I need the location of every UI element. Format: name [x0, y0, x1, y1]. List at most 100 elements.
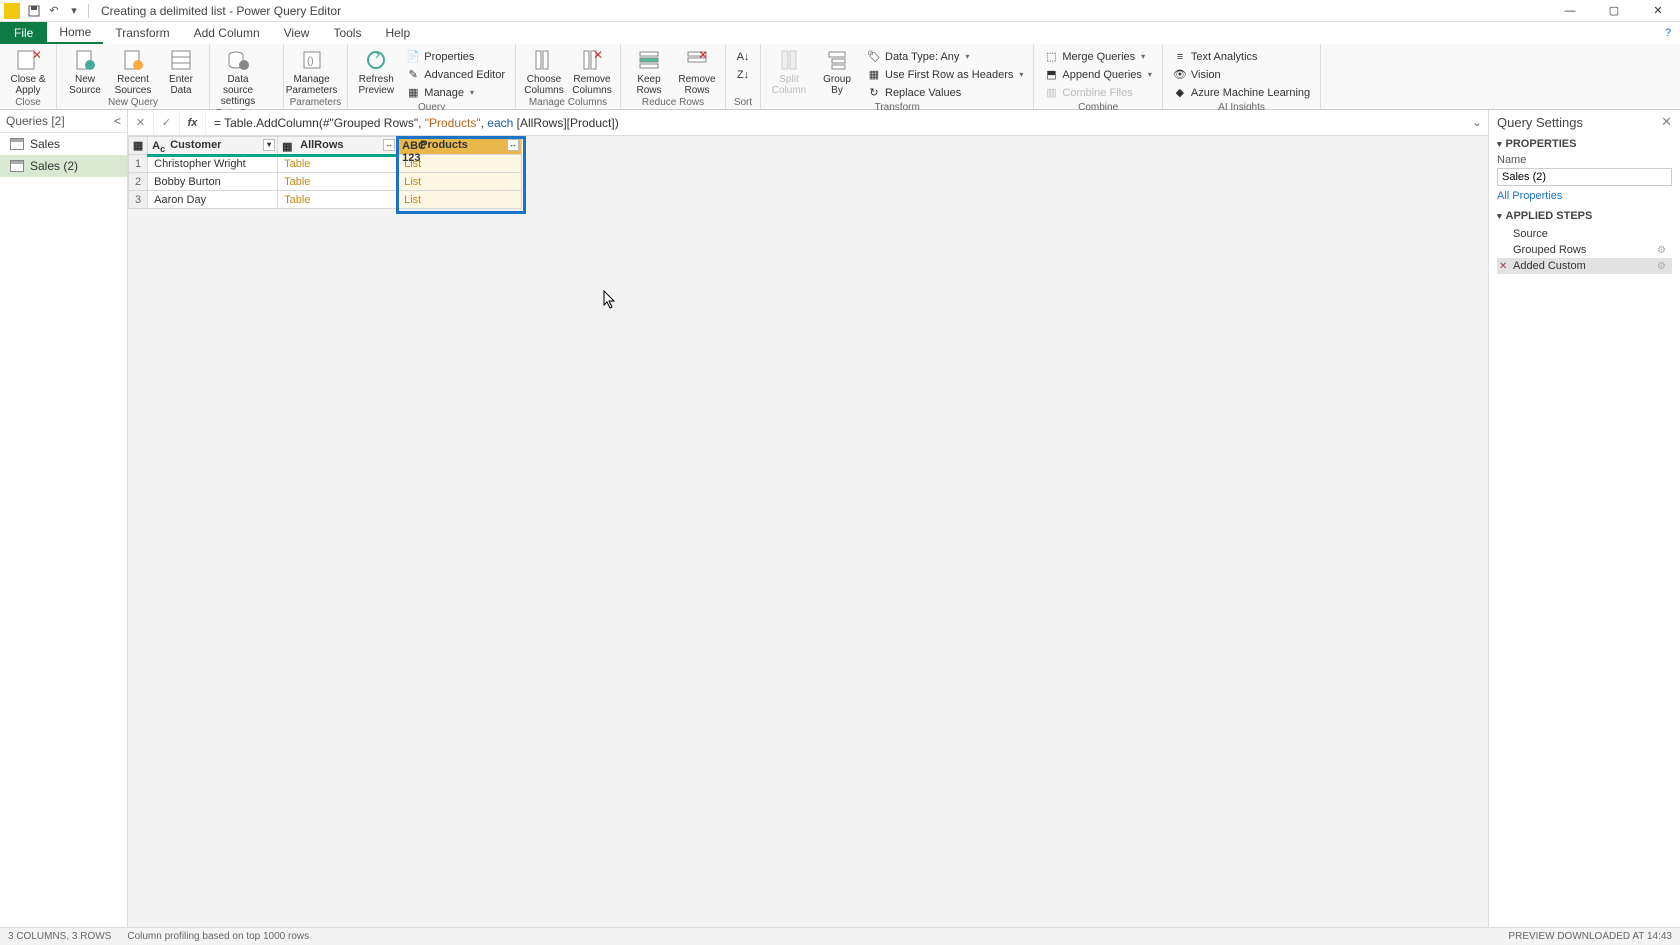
ribbon-group-datasources: Data sourcesettings Data Sources — [210, 44, 284, 109]
keep-rows-button[interactable]: KeepRows — [627, 46, 671, 96]
new-source-button[interactable]: NewSource — [63, 46, 107, 96]
maximize-button[interactable]: ▢ — [1592, 0, 1636, 22]
remove-rows-button[interactable]: ✕RemoveRows — [675, 46, 719, 96]
data-type-button[interactable]: 🏷Data Type: Any▾ — [863, 48, 1027, 65]
fx-icon[interactable]: fx — [180, 111, 206, 135]
enter-data-button[interactable]: EnterData — [159, 46, 203, 96]
qat-dropdown-icon[interactable]: ▾ — [65, 2, 83, 20]
first-row-headers-button[interactable]: ▦Use First Row as Headers▾ — [863, 66, 1027, 83]
ribbon-group-reduce-rows: KeepRows ✕RemoveRows Reduce Rows — [621, 44, 726, 109]
ribbon-group-parameters-label: Parameters — [290, 96, 342, 109]
recent-sources-button[interactable]: RecentSources — [111, 46, 155, 96]
step-source[interactable]: Source — [1497, 226, 1672, 242]
status-preview-time: PREVIEW DOWNLOADED AT 14:43 — [1508, 931, 1672, 942]
cell-customer[interactable]: Aaron Day — [148, 191, 278, 209]
app-icon — [4, 3, 20, 19]
window-title: Creating a delimited list - Power Query … — [101, 4, 341, 18]
svg-text:✕: ✕ — [32, 49, 40, 62]
ribbon-group-sort: A↓ Z↓ Sort — [726, 44, 761, 109]
settings-title: Query Settings — [1497, 115, 1583, 130]
status-columns-rows: 3 COLUMNS, 3 ROWS — [8, 931, 111, 942]
manage-button[interactable]: ▦Manage▾ — [402, 84, 509, 101]
formula-cancel-icon[interactable]: ✕ — [128, 111, 154, 135]
sort-desc-button[interactable]: Z↓ — [732, 66, 754, 83]
cell-allrows[interactable]: Table — [278, 173, 398, 191]
advanced-editor-button[interactable]: ✎Advanced Editor — [402, 66, 509, 83]
manage-parameters-button[interactable]: ()ManageParameters — [290, 46, 334, 96]
minimize-button[interactable]: — — [1548, 0, 1592, 22]
steps-list: Source Grouped Rows⚙ Added Custom⚙ — [1497, 226, 1672, 274]
cell-customer[interactable]: Bobby Burton — [148, 173, 278, 191]
cell-allrows[interactable]: Table — [278, 191, 398, 209]
filter-dropdown-icon[interactable]: ▾ — [263, 139, 275, 151]
tab-home[interactable]: Home — [47, 22, 103, 44]
step-grouped-rows[interactable]: Grouped Rows⚙ — [1497, 242, 1672, 258]
merge-queries-button[interactable]: ⬚Merge Queries▾ — [1040, 48, 1156, 65]
tab-add-column[interactable]: Add Column — [182, 22, 272, 44]
formula-expand-icon[interactable]: ⌄ — [1466, 116, 1488, 129]
query-name-input[interactable] — [1497, 168, 1672, 186]
remove-columns-button[interactable]: ✕RemoveColumns — [570, 46, 614, 96]
cell-customer[interactable]: Christopher Wright — [148, 155, 278, 173]
qat-save-icon[interactable] — [25, 2, 43, 20]
gear-icon[interactable]: ⚙ — [1657, 261, 1666, 272]
query-item-sales[interactable]: Sales — [0, 133, 127, 155]
data-grid: ▦ AcCustomer▾ ▦AllRows↔ ABC123Products↔ … — [128, 136, 522, 209]
query-item-sales2[interactable]: Sales (2) — [0, 155, 127, 177]
close-button[interactable]: ✕ — [1636, 0, 1680, 22]
azure-ml-button[interactable]: ◆Azure Machine Learning — [1169, 84, 1314, 101]
ribbon-group-query: RefreshPreview 📄Properties ✎Advanced Edi… — [348, 44, 516, 109]
expand-dropdown-icon[interactable]: ↔ — [383, 139, 395, 151]
tab-transform[interactable]: Transform — [103, 22, 181, 44]
append-queries-button[interactable]: ⬒Append Queries▾ — [1040, 66, 1156, 83]
help-icon[interactable]: ? — [1656, 22, 1680, 44]
collapse-queries-icon[interactable]: < — [114, 114, 121, 128]
formula-accept-icon[interactable]: ✓ — [154, 111, 180, 135]
column-header-allrows[interactable]: ▦AllRows↔ — [278, 137, 398, 155]
formula-text[interactable]: = Table.AddColumn(#"Grouped Rows", "Prod… — [206, 116, 1466, 130]
choose-columns-button[interactable]: ChooseColumns — [522, 46, 566, 96]
ribbon-group-ai: ≡Text Analytics 👁Vision ◆Azure Machine L… — [1163, 44, 1321, 109]
refresh-preview-button[interactable]: RefreshPreview — [354, 46, 398, 96]
qat-undo-icon[interactable]: ↶ — [45, 2, 63, 20]
gear-icon[interactable]: ⚙ — [1657, 245, 1666, 256]
close-apply-button[interactable]: ✕ Close &Apply — [6, 46, 50, 96]
all-properties-link[interactable]: All Properties — [1497, 190, 1562, 202]
any-type-icon: ABC123 — [402, 140, 416, 152]
text-analytics-button[interactable]: ≡Text Analytics — [1169, 48, 1314, 65]
table-row[interactable]: 2 Bobby Burton Table List — [129, 173, 522, 191]
tab-help[interactable]: Help — [373, 22, 422, 44]
tab-file[interactable]: File — [0, 22, 47, 44]
close-settings-icon[interactable]: ✕ — [1661, 114, 1672, 130]
sort-asc-button[interactable]: A↓ — [732, 48, 754, 65]
table-row[interactable]: 1 Christopher Wright Table List — [129, 155, 522, 173]
vision-button[interactable]: 👁Vision — [1169, 66, 1314, 83]
tab-tools[interactable]: Tools — [321, 22, 373, 44]
combine-files-button[interactable]: ▥Combine Files — [1040, 84, 1156, 101]
cell-products[interactable]: List — [398, 173, 522, 191]
expand-dropdown-icon[interactable]: ↔ — [507, 139, 519, 151]
data-grid-wrap: ▦ AcCustomer▾ ▦AllRows↔ ABC123Products↔ … — [128, 136, 1488, 927]
ribbon-group-parameters: ()ManageParameters Parameters — [284, 44, 349, 109]
table-row[interactable]: 3 Aaron Day Table List — [129, 191, 522, 209]
titlebar: ↶ ▾ Creating a delimited list - Power Qu… — [0, 0, 1680, 22]
properties-title[interactable]: PROPERTIES — [1497, 138, 1672, 150]
column-header-customer[interactable]: AcCustomer▾ — [148, 137, 278, 155]
replace-values-button[interactable]: ↻Replace Values — [863, 84, 1027, 101]
properties-button[interactable]: 📄Properties — [402, 48, 509, 65]
qat-separator — [88, 4, 89, 18]
data-source-settings-button[interactable]: Data sourcesettings — [216, 46, 260, 107]
preview-pane: ✕ ✓ fx = Table.AddColumn(#"Grouped Rows"… — [128, 110, 1488, 927]
cell-products[interactable]: List — [398, 191, 522, 209]
step-added-custom[interactable]: Added Custom⚙ — [1497, 258, 1672, 274]
grid-corner[interactable]: ▦ — [129, 137, 148, 155]
split-column-button[interactable]: SplitColumn — [767, 46, 811, 96]
step-label: Source — [1513, 228, 1548, 240]
cell-allrows[interactable]: Table — [278, 155, 398, 173]
column-header-products[interactable]: ABC123Products↔ — [398, 137, 522, 155]
tab-view[interactable]: View — [272, 22, 322, 44]
ribbon-group-reduce-rows-label: Reduce Rows — [627, 96, 719, 109]
window-controls: — ▢ ✕ — [1548, 0, 1680, 22]
group-by-button[interactable]: GroupBy — [815, 46, 859, 96]
applied-steps-title[interactable]: APPLIED STEPS — [1497, 210, 1672, 222]
